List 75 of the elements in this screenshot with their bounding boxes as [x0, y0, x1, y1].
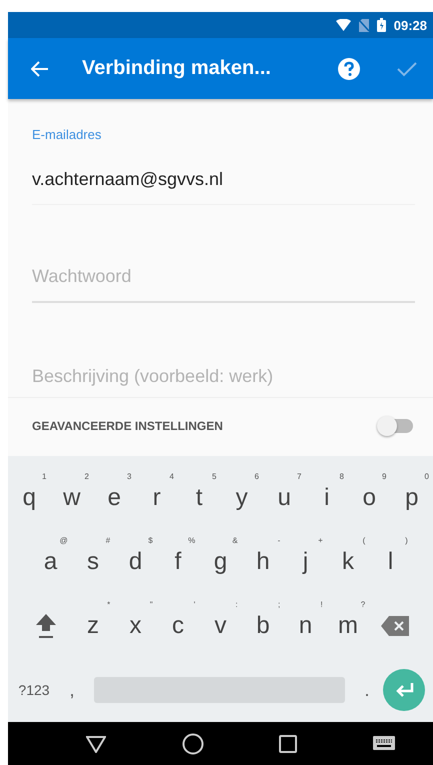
key-hint: (	[362, 536, 366, 546]
wifi-icon	[336, 19, 351, 31]
keyboard-key[interactable]: o 9	[348, 470, 390, 526]
key-hint: 5	[212, 472, 216, 482]
keyboard-key[interactable]: g &	[199, 534, 242, 590]
battery-icon	[376, 18, 386, 32]
shift-icon	[34, 613, 57, 640]
key-hint: ;	[278, 600, 280, 610]
advanced-settings-label: GEAVANCEERDE INSTELLINGEN	[32, 419, 223, 434]
backspace-icon	[381, 616, 410, 636]
enter-key[interactable]	[383, 669, 425, 712]
keyboard-switch-button[interactable]	[373, 736, 396, 752]
keyboard-key[interactable]: u 7	[263, 470, 306, 526]
key-hint: )	[405, 536, 408, 546]
key-hint: +	[318, 536, 323, 546]
key-hint: @	[60, 536, 68, 546]
key-hint: 8	[340, 472, 344, 482]
key-hint: ?	[360, 600, 366, 610]
comma-key[interactable]: ,	[60, 670, 84, 710]
keyboard-key[interactable]: s #	[72, 534, 114, 590]
keyboard-key[interactable]: v :	[199, 598, 242, 654]
keyboard-key[interactable]: t 5	[178, 470, 220, 526]
key-hint: 1	[42, 472, 46, 482]
keyboard-key[interactable]: p 0	[390, 470, 433, 526]
text-field[interactable]: Wachtwoord	[32, 266, 415, 304]
keyboard-key[interactable]: i 8	[306, 470, 348, 526]
keyboard-key[interactable]: e 3	[93, 470, 136, 526]
home-nav-button[interactable]	[182, 732, 204, 755]
key-hint: 6	[254, 472, 259, 482]
key-hint: 7	[297, 472, 302, 482]
enter-icon	[394, 683, 414, 698]
key-hint: %	[188, 536, 196, 546]
recents-nav-button[interactable]	[279, 734, 298, 753]
keyboard-key[interactable]: q 1	[8, 470, 50, 526]
keyboard-key[interactable]: h -	[242, 534, 284, 590]
status-time: 09:28	[394, 18, 427, 32]
key-hint: "	[150, 600, 153, 610]
key-hint: '	[194, 600, 196, 610]
keyboard-key[interactable]: y 6	[220, 470, 263, 526]
keyboard-key[interactable]: m ?	[326, 598, 370, 654]
key-hint: -	[278, 536, 280, 546]
no-sim-icon	[358, 18, 369, 32]
advanced-settings-toggle[interactable]	[377, 416, 413, 436]
key-hint: 2	[84, 472, 89, 482]
key-hint: 9	[382, 472, 386, 482]
keyboard-key[interactable]: k (	[326, 534, 370, 590]
keyboard-key[interactable]: n !	[284, 598, 327, 654]
keyboard-key[interactable]: a @	[29, 534, 72, 590]
back-nav-button[interactable]	[86, 734, 106, 753]
keyboard-key[interactable]: d $	[114, 534, 157, 590]
help-button[interactable]	[337, 58, 361, 80]
text-field[interactable]: Beschrijving (voorbeeld: werk)	[32, 366, 415, 402]
keyboard-key[interactable]: r 4	[136, 470, 178, 526]
period-key[interactable]: .	[355, 670, 379, 710]
keyboard-key[interactable]: x "	[114, 598, 157, 654]
field-label: E-mailadres	[32, 127, 102, 142]
key-hint: !	[320, 600, 323, 610]
key-hint: #	[106, 536, 110, 546]
keyboard-key[interactable]: c '	[156, 598, 200, 654]
key-hint: 0	[424, 472, 429, 482]
symbols-key[interactable]: ?123	[8, 670, 60, 710]
keyboard-key[interactable]: b ;	[242, 598, 284, 654]
key-hint: *	[107, 600, 110, 610]
text-field[interactable]: v.achternaam@sgvvs.nl	[32, 169, 415, 206]
app-bar-title: Verbinding maken...	[81, 57, 272, 80]
keyboard-key[interactable]: z *	[72, 598, 114, 654]
keyboard-key[interactable]: w 2	[50, 470, 93, 526]
key-hint: &	[232, 536, 238, 546]
keyboard-key[interactable]: f %	[156, 534, 200, 590]
keyboard-key[interactable]: j +	[284, 534, 327, 590]
key-hint: 3	[127, 472, 132, 482]
key-hint: $	[148, 536, 153, 546]
keyboard-key[interactable]: l )	[369, 534, 412, 590]
key-hint: 4	[170, 472, 174, 482]
key-hint: :	[236, 600, 238, 610]
